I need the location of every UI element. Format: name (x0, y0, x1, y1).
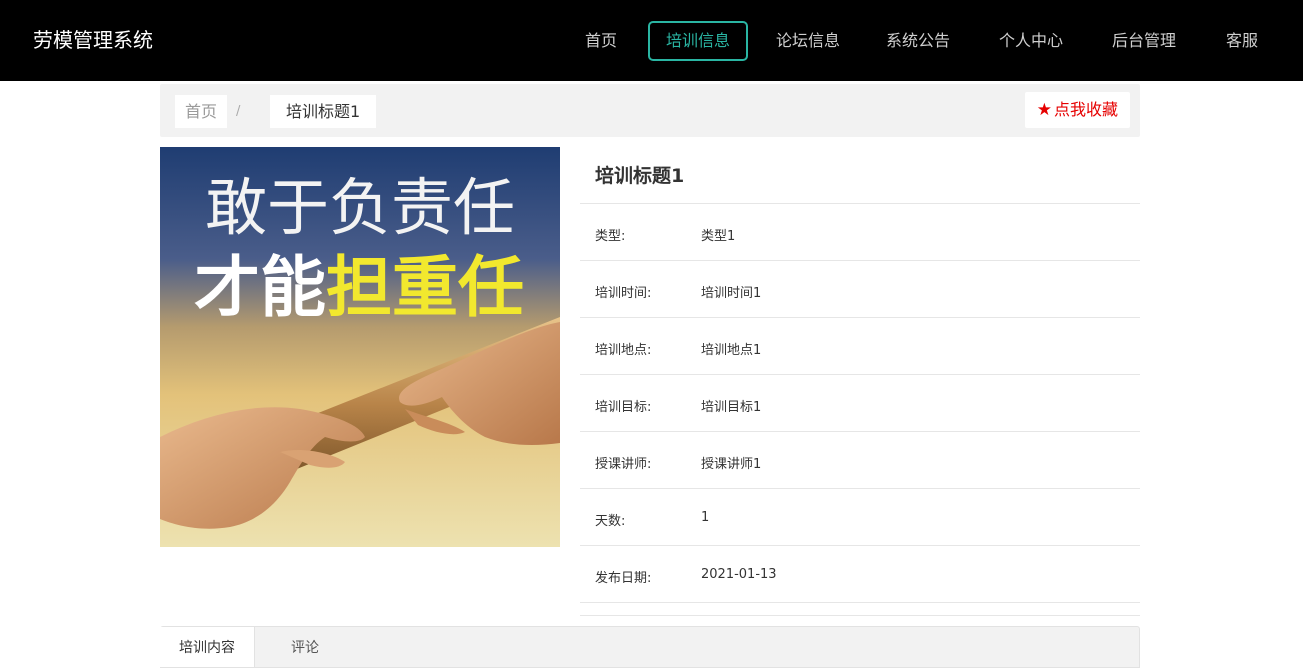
field-row-time: 培训时间: 培训时间1 (580, 261, 1140, 318)
nav-admin[interactable]: 后台管理 (1112, 21, 1176, 61)
field-value: 2021-01-13 (701, 567, 777, 582)
field-row-lecturer: 授课讲师: 授课讲师1 (580, 432, 1140, 489)
field-row-days: 天数: 1 (580, 489, 1140, 546)
nav-customer-service[interactable]: 客服 (1226, 21, 1258, 61)
tab-comments[interactable]: 评论 (291, 627, 319, 667)
site-brand[interactable]: 劳模管理系统 (33, 26, 153, 54)
top-navbar: 劳模管理系统 首页 培训信息 论坛信息 系统公告 个人中心 后台管理 客服 (0, 0, 1303, 81)
content-tabs: 培训内容 评论 (160, 626, 1140, 668)
field-label: 培训目标: (595, 400, 652, 415)
field-label: 培训地点: (595, 343, 652, 358)
breadcrumb-home[interactable]: 首页 (175, 95, 228, 128)
favorite-button[interactable]: ★ 点我收藏 (1024, 92, 1130, 128)
field-label: 授课讲师: (595, 457, 652, 472)
nav-announcements[interactable]: 系统公告 (886, 21, 950, 61)
training-detail-panel: 培训标题1 类型: 类型1 培训时间: 培训时间1 培训地点: 培训地点1 培训… (580, 147, 1140, 616)
field-row-type: 类型: 类型1 (580, 204, 1140, 261)
field-row-goal: 培训目标: 培训目标1 (580, 375, 1140, 432)
tab-training-content[interactable]: 培训内容 (160, 627, 255, 667)
breadcrumb: 首页 / 培训标题1 ★ 点我收藏 (160, 84, 1140, 137)
field-value: 培训目标1 (701, 400, 762, 415)
field-row-location: 培训地点: 培训地点1 (580, 318, 1140, 375)
training-cover-image: 敢于负责任 才能 担重任 (160, 147, 560, 547)
star-icon: ★ (1036, 100, 1052, 120)
field-value: 授课讲师1 (701, 457, 762, 472)
field-label: 培训时间: (595, 286, 652, 301)
detail-title: 培训标题1 (580, 147, 1140, 204)
detail-bottom-divider (580, 603, 1140, 616)
field-value: 1 (701, 510, 710, 525)
breadcrumb-current: 培训标题1 (270, 95, 377, 128)
favorite-label: 点我收藏 (1053, 100, 1118, 119)
nav-personal-center[interactable]: 个人中心 (999, 21, 1063, 61)
cover-line2-white: 才能 (194, 249, 326, 326)
field-value: 类型1 (701, 229, 736, 244)
field-label: 类型: (595, 229, 626, 244)
field-label: 天数: (595, 514, 626, 529)
cover-line2-yellow: 担重任 (326, 249, 524, 326)
nav-home[interactable]: 首页 (585, 21, 617, 61)
cover-line1: 敢于负责任 (205, 171, 515, 244)
breadcrumb-separator: / (236, 104, 241, 119)
field-label: 发布日期: (595, 571, 652, 586)
nav-forum[interactable]: 论坛信息 (776, 21, 840, 61)
field-value: 培训时间1 (701, 286, 762, 301)
field-row-publish-date: 发布日期: 2021-01-13 (580, 546, 1140, 603)
field-value: 培训地点1 (701, 343, 762, 358)
nav-training-info[interactable]: 培训信息 (648, 21, 748, 61)
